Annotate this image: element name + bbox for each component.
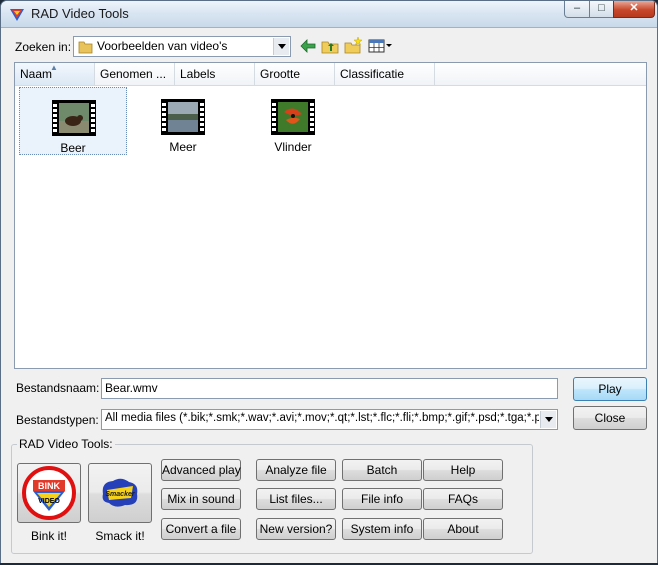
rad-app-icon [10,9,24,21]
column-labels[interactable]: Labels [175,63,255,85]
filetypes-value: All media files (*.bik;*.smk;*.wav;*.avi… [105,412,539,424]
column-label: Classificatie [340,67,405,81]
main-window: RAD Video Tools – □ ✕ Zoeken in: Voorbee… [0,0,658,565]
file-info-button[interactable]: File info [342,488,422,510]
file-list[interactable]: ▲ Naam Genomen ... Labels Grootte Classi… [14,62,647,369]
about-button[interactable]: About [423,518,503,540]
filetypes-dropdown[interactable]: All media files (*.bik;*.smk;*.wav;*.avi… [101,409,558,430]
column-grootte[interactable]: Grootte [255,63,335,85]
column-label: Grootte [260,67,301,81]
chevron-down-icon[interactable] [273,38,289,55]
advanced-play-button[interactable]: Advanced play [161,459,241,481]
column-label: Genomen ... [100,67,167,81]
smack-it-label: Smack it! [95,529,145,543]
mix-in-sound-button[interactable]: Mix in sound [161,488,241,510]
video-thumbnail [161,99,205,135]
minimize-button[interactable]: – [564,1,590,18]
bink-it-button[interactable]: BINK VIDEO [17,463,81,523]
batch-button[interactable]: Batch [342,459,422,481]
up-folder-icon[interactable] [320,36,340,56]
lookin-dropdown[interactable]: Voorbeelden van video's [73,36,291,57]
lookin-value: Voorbeelden van video's [97,39,228,53]
convert-file-button[interactable]: Convert a file [161,518,241,540]
column-classificatie[interactable]: Classificatie [335,63,435,85]
svg-text:VIDEO: VIDEO [38,498,60,505]
help-button[interactable]: Help [423,459,503,481]
svg-text:Smacker: Smacker [105,491,135,498]
column-label: Naam [20,67,53,81]
smacker-logo-icon: Smacker [102,478,138,507]
lookin-label: Zoeken in: [15,40,72,54]
file-item-vlinder[interactable]: Vlinder [239,87,347,155]
bink-it-label: Bink it! [30,529,67,543]
smack-it-button[interactable]: Smacker [88,463,152,523]
folder-icon [78,41,93,54]
new-folder-icon[interactable] [343,36,363,56]
list-files-button[interactable]: List files... [256,488,336,510]
file-name: Beer [60,141,86,155]
filename-input[interactable]: Bear.wmv [101,378,558,399]
bink-video-logo-icon: BINK VIDEO [22,466,76,520]
file-name: Vlinder [274,140,312,154]
play-button[interactable]: Play [573,377,647,401]
new-version-button[interactable]: New version? [256,518,336,540]
file-name: Meer [169,140,197,154]
faqs-button[interactable]: FAQs [423,488,503,510]
column-label: Labels [180,67,216,81]
sort-up-icon: ▲ [50,63,58,72]
maximize-button[interactable]: □ [589,1,614,18]
column-naam[interactable]: ▲ Naam [15,63,95,85]
video-thumbnail [271,99,315,135]
close-button[interactable]: Close [573,406,647,430]
title-bar[interactable]: RAD Video Tools – □ ✕ [1,1,657,28]
rad-tools-group-title: RAD Video Tools: [17,437,115,451]
chevron-down-icon[interactable] [540,411,556,428]
filename-label: Bestandsnaam: [16,381,100,395]
window-title: RAD Video Tools [31,6,129,21]
file-item-beer[interactable]: Beer [19,87,127,155]
list-header: ▲ Naam Genomen ... Labels Grootte Classi… [15,63,646,86]
svg-text:BINK: BINK [38,481,60,491]
views-menu-icon[interactable] [367,36,393,56]
filetypes-label: Bestandstypen: [16,413,99,427]
video-thumbnail [52,100,96,136]
file-item-meer[interactable]: Meer [129,87,237,155]
analyze-file-button[interactable]: Analyze file [256,459,336,481]
column-genomen[interactable]: Genomen ... [95,63,175,85]
back-arrow-icon[interactable] [298,36,318,56]
close-window-button[interactable]: ✕ [613,1,655,18]
system-info-button[interactable]: System info [342,518,422,540]
